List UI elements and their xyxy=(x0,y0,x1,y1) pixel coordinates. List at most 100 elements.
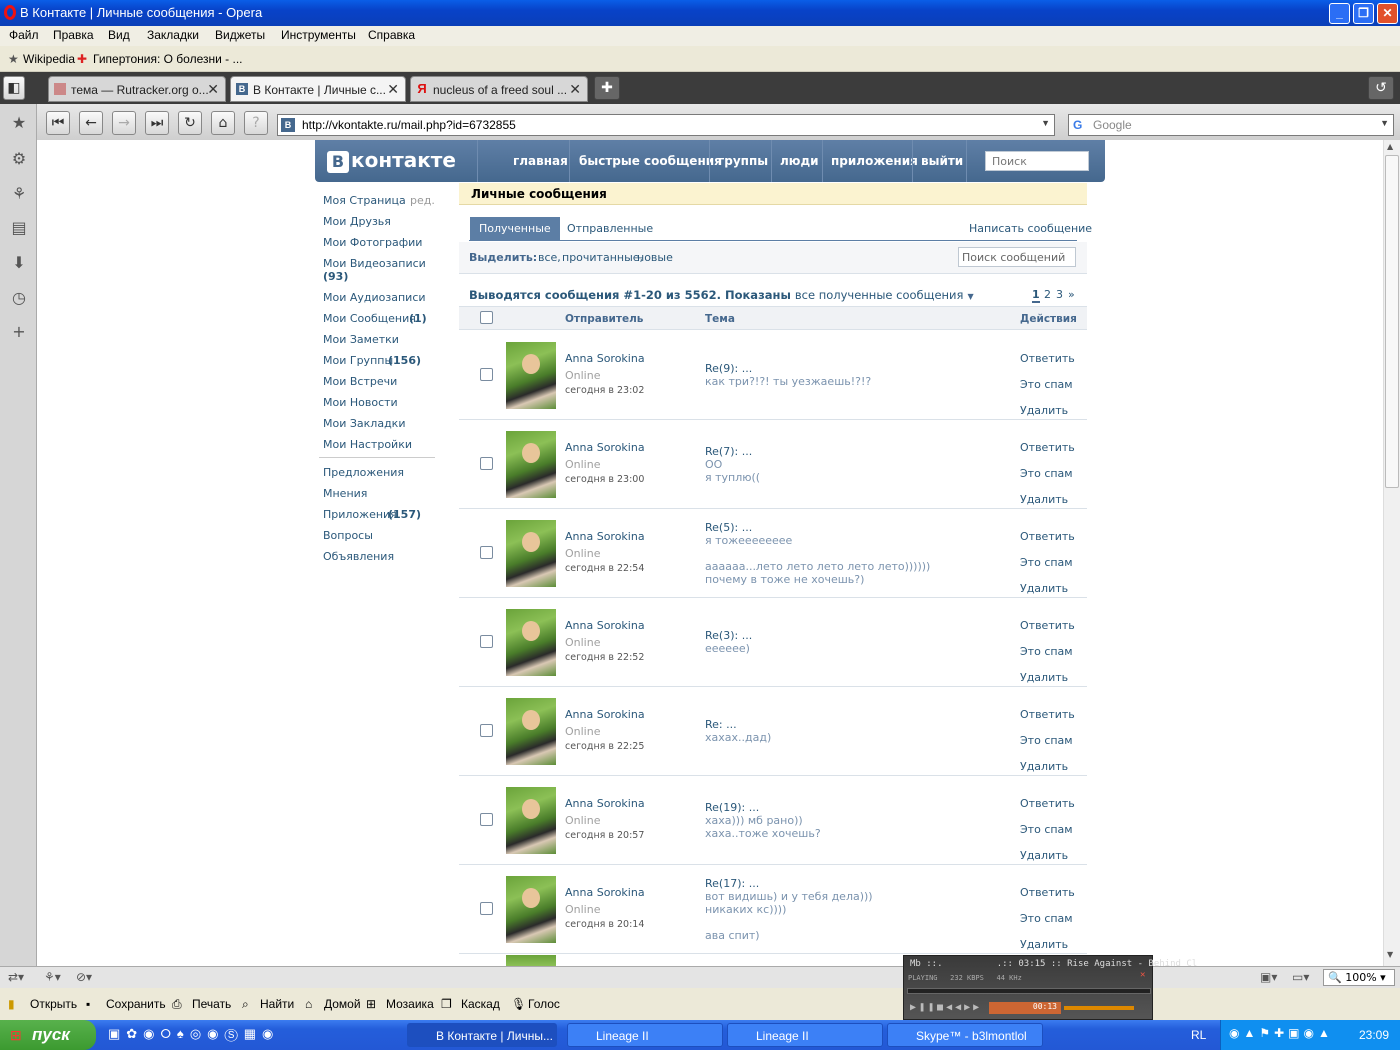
minimize-button[interactable]: _ xyxy=(1329,3,1350,24)
tab-received[interactable]: Полученные xyxy=(470,217,560,240)
player-controls-icon[interactable]: ▶❚❚■◀◀▶▶ xyxy=(910,1002,982,1013)
task-opera[interactable]: В Контакте | Личны... xyxy=(407,1023,557,1047)
message-preview-line[interactable]: почему в тоже не хочешь?) xyxy=(705,573,864,586)
reply-link[interactable]: Ответить xyxy=(1020,797,1075,810)
notes-panel-icon[interactable]: ▤ xyxy=(7,216,31,240)
delete-link[interactable]: Удалить xyxy=(1020,849,1068,862)
task-lineage-2[interactable]: Lineage II xyxy=(727,1023,883,1047)
close-button[interactable]: ✕ xyxy=(1377,3,1398,24)
delete-link[interactable]: Удалить xyxy=(1020,493,1068,506)
search-input[interactable]: G Google ▼ xyxy=(1068,114,1394,136)
message-preview-line[interactable]: хахах..дад) xyxy=(705,731,771,744)
nav-apps[interactable]: приложения xyxy=(831,154,918,168)
sender-name[interactable]: Anna Sorokina xyxy=(565,352,645,365)
spam-link[interactable]: Это спам xyxy=(1020,734,1073,747)
tile-button[interactable]: Мозаика xyxy=(386,997,434,1011)
delete-link[interactable]: Удалить xyxy=(1020,938,1068,951)
reload-button[interactable]: ↻ xyxy=(178,111,202,135)
delete-link[interactable]: Удалить xyxy=(1020,404,1068,417)
tab-close-icon[interactable]: ✕ xyxy=(387,81,399,98)
message-preview-line[interactable]: вот видишь) и у тебя дела))) xyxy=(705,890,873,903)
reply-link[interactable]: Ответить xyxy=(1020,886,1075,899)
security-icon[interactable]: ? xyxy=(244,111,268,135)
window-title-bar[interactable]: В Контакте | Личные сообщения - Opera _ … xyxy=(0,0,1400,26)
reply-link[interactable]: Ответить xyxy=(1020,441,1075,454)
menu-file[interactable]: Файл xyxy=(9,28,39,42)
home-button-bottom[interactable]: Домой xyxy=(324,997,361,1011)
spam-link[interactable]: Это спам xyxy=(1020,823,1073,836)
history-panel-icon[interactable]: ◷ xyxy=(7,286,31,310)
reply-link[interactable]: Ответить xyxy=(1020,708,1075,721)
add-panel-icon[interactable]: + xyxy=(7,320,31,344)
fast-forward-button[interactable]: ⏭ xyxy=(145,111,169,135)
spam-link[interactable]: Это спам xyxy=(1020,645,1073,658)
page-next[interactable]: » xyxy=(1068,288,1075,301)
sidebar-videos[interactable]: Мои Видеозаписи xyxy=(323,257,426,270)
sidebar-friends[interactable]: Мои Друзья xyxy=(323,215,391,228)
avatar[interactable] xyxy=(506,698,556,765)
view-icon[interactable]: ▣▾ xyxy=(1260,970,1277,984)
message-subject[interactable]: Re: ... xyxy=(705,718,737,731)
tray-icons[interactable]: ◉▲⚑✚▣◉▲ xyxy=(1229,1026,1334,1040)
widgets-panel-icon[interactable]: ⚙ xyxy=(7,147,31,171)
task-skype[interactable]: Skype™ - b3lmontlol xyxy=(887,1023,1043,1047)
select-read-link[interactable]: прочитанные, xyxy=(562,251,643,264)
sidebar-notes[interactable]: Мои Заметки xyxy=(323,333,399,346)
sidebar-audio[interactable]: Мои Аудиозаписи xyxy=(323,291,426,304)
task-lineage-1[interactable]: Lineage II xyxy=(567,1023,723,1047)
nav-logout[interactable]: выйти xyxy=(921,154,963,168)
spam-link[interactable]: Это спам xyxy=(1020,912,1073,925)
page-3[interactable]: 3 xyxy=(1056,288,1063,301)
message-checkbox[interactable] xyxy=(480,457,493,470)
message-checkbox[interactable] xyxy=(480,902,493,915)
block-icon[interactable]: ⊘▾ xyxy=(76,970,92,984)
sender-name[interactable]: Anna Sorokina xyxy=(565,797,645,810)
message-preview-line[interactable]: ееееее) xyxy=(705,642,750,655)
vk-search-input[interactable]: Поиск xyxy=(985,151,1089,171)
bookmarks-panel-icon[interactable]: ★ xyxy=(7,111,31,135)
tab-nucleus[interactable]: Я nucleus of a freed soul ... ✕ xyxy=(410,76,588,102)
rewind-button[interactable]: ⏮ xyxy=(46,111,70,135)
spam-link[interactable]: Это спам xyxy=(1020,467,1073,480)
find-button[interactable]: Найти xyxy=(260,997,294,1011)
page-2[interactable]: 2 xyxy=(1044,288,1051,301)
sidebar-news[interactable]: Мои Новости xyxy=(323,396,398,409)
message-subject[interactable]: Re(7): ... xyxy=(705,445,752,458)
avatar[interactable] xyxy=(506,342,556,409)
tab-close-icon[interactable]: ✕ xyxy=(569,81,581,98)
message-preview-line[interactable]: хаха..тоже хочешь? xyxy=(705,827,821,840)
message-checkbox[interactable] xyxy=(480,368,493,381)
spam-link[interactable]: Это спам xyxy=(1020,556,1073,569)
message-checkbox[interactable] xyxy=(480,724,493,737)
sidebar-groups[interactable]: Мои Группы xyxy=(323,354,393,367)
spam-link[interactable]: Это спам xyxy=(1020,378,1073,391)
menu-widgets[interactable]: Виджеты xyxy=(215,28,265,42)
chevron-down-icon[interactable]: ▼ xyxy=(967,292,973,301)
reply-link[interactable]: Ответить xyxy=(1020,619,1075,632)
filter-dropdown[interactable]: все полученные сообщения xyxy=(795,288,964,302)
volume-slider[interactable] xyxy=(1064,1006,1134,1010)
closed-tabs-icon[interactable]: ↺ xyxy=(1368,76,1394,100)
sidebar-questions[interactable]: Вопросы xyxy=(323,529,373,542)
message-preview-line[interactable]: ОО xyxy=(705,458,722,471)
message-subject[interactable]: Re(5): ... xyxy=(705,521,752,534)
chevron-down-icon[interactable]: ▼ xyxy=(1041,118,1050,128)
message-search-input[interactable]: Поиск сообщений xyxy=(958,247,1076,267)
sidebar-apps[interactable]: Приложения xyxy=(323,508,397,521)
address-field[interactable]: B http://vkontakte.ru/mail.php?id=673285… xyxy=(277,114,1055,136)
new-tab-button[interactable]: ✚ xyxy=(594,76,620,100)
sender-name[interactable]: Anna Sorokina xyxy=(565,708,645,721)
save-button[interactable]: Сохранить xyxy=(106,997,166,1011)
avatar[interactable] xyxy=(506,787,556,854)
avatar[interactable] xyxy=(506,876,556,943)
menu-bookmarks[interactable]: Закладки xyxy=(147,28,199,42)
scroll-up-icon[interactable]: ▲ xyxy=(1387,142,1393,151)
select-all-checkbox[interactable] xyxy=(480,311,493,324)
bookmark-wikipedia[interactable]: Wikipedia xyxy=(23,52,75,66)
sender-name[interactable]: Anna Sorokina xyxy=(565,530,645,543)
message-checkbox[interactable] xyxy=(480,546,493,559)
panel-toggle-icon[interactable]: ◧ xyxy=(3,76,25,100)
nav-quick-messages[interactable]: быстрые сообщения xyxy=(579,154,722,168)
back-button[interactable]: ← xyxy=(79,111,103,135)
sender-name[interactable]: Anna Sorokina xyxy=(565,619,645,632)
